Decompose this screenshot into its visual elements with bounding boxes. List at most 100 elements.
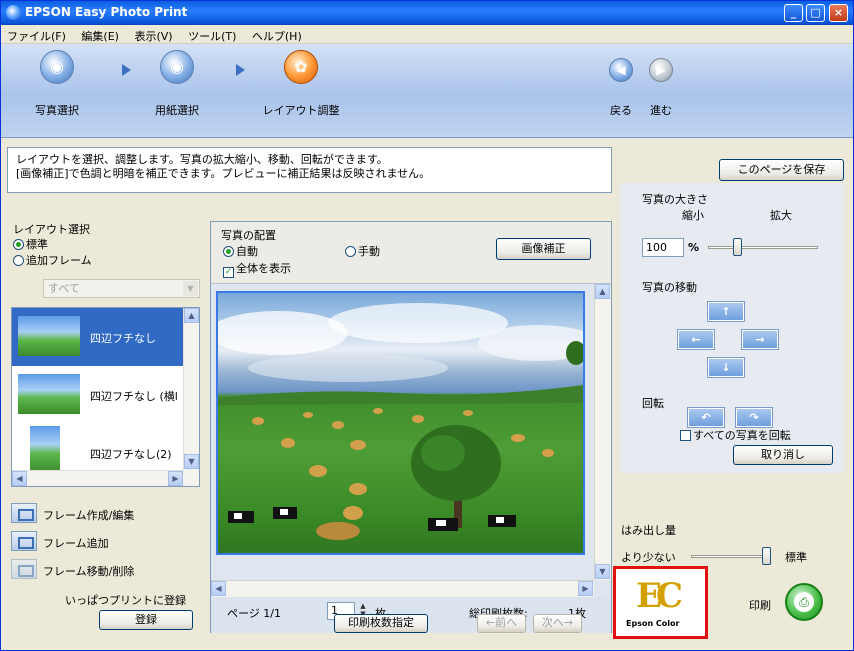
preview-photo[interactable] — [216, 291, 585, 555]
layout-adjust-icon: ✿ — [284, 50, 318, 84]
zoom-slider-track[interactable] — [708, 246, 818, 249]
move-down-button[interactable]: ↓ — [707, 357, 745, 378]
frame-list-vscrollbar[interactable]: ▲ ▼ — [183, 308, 199, 486]
frame-edit-icon — [11, 503, 37, 523]
scroll-right-icon[interactable]: ▶ — [168, 471, 183, 486]
overflow-less-label: より少ない — [621, 551, 676, 564]
overflow-slider-track[interactable] — [691, 555, 771, 558]
step-toolbar: ◉ 写真選択 ◉ 用紙選択 ✿ レイアウト調整 ◀ 戻る ▶ 進む — [1, 44, 853, 138]
step-paper-select[interactable]: ◉ 用紙選択 — [137, 50, 217, 118]
radio-off-icon — [13, 255, 24, 266]
image-correct-button[interactable]: 画像補正 — [496, 238, 591, 260]
zoom-value: 100 — [646, 241, 667, 254]
move-left-button[interactable]: ← — [677, 329, 715, 350]
scroll-left-icon[interactable]: ◀ — [12, 471, 27, 486]
close-button[interactable]: × — [829, 4, 848, 22]
shrink-label: 縮小 — [682, 209, 704, 222]
save-page-button[interactable]: このページを保存 — [719, 159, 844, 181]
frame-thumbnail — [30, 426, 60, 472]
photo-adjust-panel: 写真の大きさ 縮小 拡大 100 % 写真の移動 ↑ ← → ↓ 回転 ↶ ↷ … — [620, 183, 844, 473]
move-right-button[interactable]: → — [741, 329, 779, 350]
step-layout-adjust[interactable]: ✿ レイアウト調整 — [261, 50, 341, 118]
overflow-slider-thumb[interactable] — [762, 547, 771, 565]
prev-page-button[interactable]: ←前へ — [477, 614, 526, 633]
landscape-photo — [218, 303, 583, 540]
scroll-down-icon[interactable]: ▼ — [184, 454, 199, 469]
page-indicator: ページ 1/1 — [227, 607, 281, 620]
menu-edit[interactable]: 編集(E) — [75, 25, 125, 44]
enlarge-label: 拡大 — [770, 209, 792, 222]
checkbox-empty-icon — [680, 430, 691, 441]
radio-on-icon — [13, 239, 24, 250]
placement-header: 写真の配置 自動 手動 ✓ 全体を表示 画像補正 — [211, 222, 611, 284]
frame-list-hscrollbar[interactable]: ◀ ▶ — [12, 470, 184, 486]
print-button[interactable]: ⎙ — [785, 583, 823, 621]
rotate-all-checkbox[interactable]: すべての写真を回転 — [680, 427, 791, 443]
frame-add-label: フレーム追加 — [43, 537, 109, 550]
undo-button[interactable]: 取り消し — [733, 445, 833, 465]
next-page-button[interactable]: 次へ→ — [533, 614, 582, 633]
step-arrow-icon — [122, 64, 131, 76]
zoom-unit: % — [688, 241, 700, 254]
radio-manual[interactable]: 手動 — [345, 243, 380, 259]
next-label: 進む — [650, 104, 672, 117]
frame-move-icon — [11, 559, 37, 579]
show-all-checkbox[interactable]: ✓ 全体を表示 — [223, 260, 291, 278]
app-window: EPSON Easy Photo Print _ □ × ファイル(F) 編集(… — [0, 0, 854, 651]
preview-panel: 写真の配置 自動 手動 ✓ 全体を表示 画像補正 ▲ ▼ ◀ ▶ ページ 1/1… — [210, 221, 612, 633]
menu-file[interactable]: ファイル(F) — [1, 25, 72, 44]
description-box: レイアウトを選択、調整します。写真の拡大縮小、移動、回転ができます。 [画像補正… — [7, 147, 612, 193]
rotate-right-button[interactable]: ↷ — [735, 407, 773, 428]
frame-create-edit-label: フレーム作成/編集 — [43, 509, 135, 522]
frame-add-icon — [11, 531, 37, 551]
main-area: レイアウトを選択、調整します。写真の拡大縮小、移動、回転ができます。 [画像補正… — [1, 139, 853, 650]
scroll-left-icon[interactable]: ◀ — [211, 581, 226, 596]
step-layout-adjust-label: レイアウト調整 — [262, 104, 340, 117]
print-count-button[interactable]: 印刷枚数指定 — [334, 614, 428, 633]
radio-add-frame[interactable]: 追加フレーム — [13, 252, 92, 268]
radio-standard[interactable]: 標準 — [13, 236, 48, 252]
frame-item[interactable]: 四辺フチなし (横l — [12, 366, 184, 424]
radio-off-icon — [345, 246, 356, 257]
app-icon — [6, 5, 21, 20]
menu-view[interactable]: 表示(V) — [128, 25, 178, 44]
move-up-button[interactable]: ↑ — [707, 301, 745, 322]
scroll-up-icon[interactable]: ▲ — [184, 308, 199, 323]
frame-item[interactable]: 四辺フチなし — [12, 308, 184, 366]
rotate-title: 回転 — [642, 397, 664, 410]
frame-thumbnail — [18, 374, 80, 414]
register-button[interactable]: 登録 — [99, 610, 193, 630]
maximize-button[interactable]: □ — [806, 4, 825, 22]
step-photo-select[interactable]: ◉ 写真選択 — [17, 50, 97, 118]
rotate-left-button[interactable]: ↶ — [687, 407, 725, 428]
checkmark-icon: ✓ — [223, 267, 234, 278]
zoom-slider-thumb[interactable] — [733, 238, 743, 256]
next-arrow-icon: ▶ — [649, 58, 673, 82]
scroll-down-icon[interactable]: ▼ — [595, 564, 610, 579]
frame-filter-select[interactable]: すべて ▼ — [43, 279, 200, 298]
radio-auto[interactable]: 自動 — [223, 243, 258, 259]
move-title: 写真の移動 — [642, 281, 697, 294]
menu-help[interactable]: ヘルプ(H) — [246, 25, 308, 44]
radio-add-frame-label: 追加フレーム — [26, 254, 92, 267]
scroll-right-icon[interactable]: ▶ — [578, 581, 593, 596]
photo-select-icon: ◉ — [40, 50, 74, 84]
window-title: EPSON Easy Photo Print — [25, 5, 188, 19]
overflow-standard-label: 標準 — [785, 551, 807, 564]
size-title: 写真の大きさ — [642, 193, 708, 206]
frame-label: 四辺フチなし(2) — [90, 448, 172, 461]
frame-filter-value: すべて — [48, 282, 80, 295]
title-bar: EPSON Easy Photo Print _ □ × — [1, 1, 853, 25]
frame-move-delete-label: フレーム移動/削除 — [43, 565, 135, 578]
menu-tools[interactable]: ツール(T) — [182, 25, 242, 44]
printer-icon: ⎙ — [794, 592, 814, 612]
zoom-input[interactable]: 100 — [642, 238, 684, 257]
radio-on-icon — [223, 246, 234, 257]
preview-vscrollbar[interactable]: ▲ ▼ — [594, 284, 611, 580]
frame-list: 四辺フチなし 四辺フチなし (横l 四辺フチなし(2) ▲ ▼ ◀ ▶ — [11, 307, 200, 487]
preview-hscrollbar[interactable]: ◀ ▶ — [211, 580, 594, 597]
next-button[interactable]: ▶ 進む — [621, 50, 701, 118]
minimize-button[interactable]: _ — [784, 4, 803, 22]
scroll-up-icon[interactable]: ▲ — [595, 284, 610, 299]
description-line-1: レイアウトを選択、調整します。写真の拡大縮小、移動、回転ができます。 — [16, 153, 388, 166]
